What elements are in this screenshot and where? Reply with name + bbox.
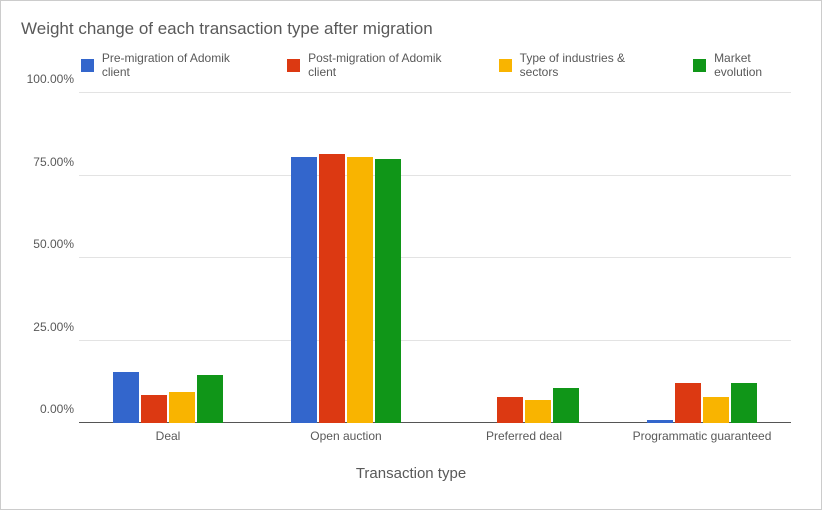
legend-label: Market evolution <box>714 51 801 79</box>
legend-swatch <box>81 59 94 72</box>
bar-group <box>469 93 579 423</box>
bar <box>703 397 729 423</box>
bar <box>553 388 579 423</box>
x-tick: Open auction <box>257 429 435 443</box>
bar <box>525 400 551 423</box>
legend-label: Pre-migration of Adomik client <box>102 51 259 79</box>
bar <box>497 397 523 423</box>
y-tick: 75.00% <box>24 155 74 169</box>
bar <box>197 375 223 423</box>
legend-swatch <box>693 59 706 72</box>
chart-container: Weight change of each transaction type a… <box>0 0 822 510</box>
x-tick: Programmatic guaranteed <box>613 429 791 443</box>
bar <box>375 159 401 423</box>
x-axis-title: Transaction type <box>21 465 801 482</box>
chart-title: Weight change of each transaction type a… <box>21 19 801 39</box>
plot-area: 100.00% 75.00% 50.00% 25.00% 0.00% <box>79 93 791 423</box>
bar <box>731 383 757 423</box>
y-tick: 25.00% <box>24 320 74 334</box>
legend-item: Type of industries & sectors <box>499 51 665 79</box>
y-tick: 0.00% <box>24 402 74 416</box>
bar <box>675 383 701 423</box>
bar-group <box>113 93 223 423</box>
legend-swatch <box>499 59 512 72</box>
y-tick: 50.00% <box>24 237 74 251</box>
x-labels: Deal Open auction Preferred deal Program… <box>79 429 791 443</box>
bar <box>319 154 345 423</box>
x-tick: Deal <box>79 429 257 443</box>
legend-label: Type of industries & sectors <box>520 51 666 79</box>
legend-label: Post-migration of Adomik client <box>308 51 471 79</box>
bar <box>141 395 167 423</box>
bars-wrap <box>79 93 791 423</box>
bar-group <box>647 93 757 423</box>
legend-item: Market evolution <box>693 51 801 79</box>
legend-item: Post-migration of Adomik client <box>287 51 471 79</box>
legend-item: Pre-migration of Adomik client <box>81 51 259 79</box>
legend-swatch <box>287 59 300 72</box>
legend: Pre-migration of Adomik client Post-migr… <box>81 51 801 79</box>
bar <box>291 157 317 423</box>
y-tick: 100.00% <box>24 72 74 86</box>
bar-group <box>291 93 401 423</box>
bar <box>113 372 139 423</box>
bar <box>347 157 373 423</box>
bar <box>647 420 673 423</box>
bar <box>169 392 195 423</box>
x-tick: Preferred deal <box>435 429 613 443</box>
